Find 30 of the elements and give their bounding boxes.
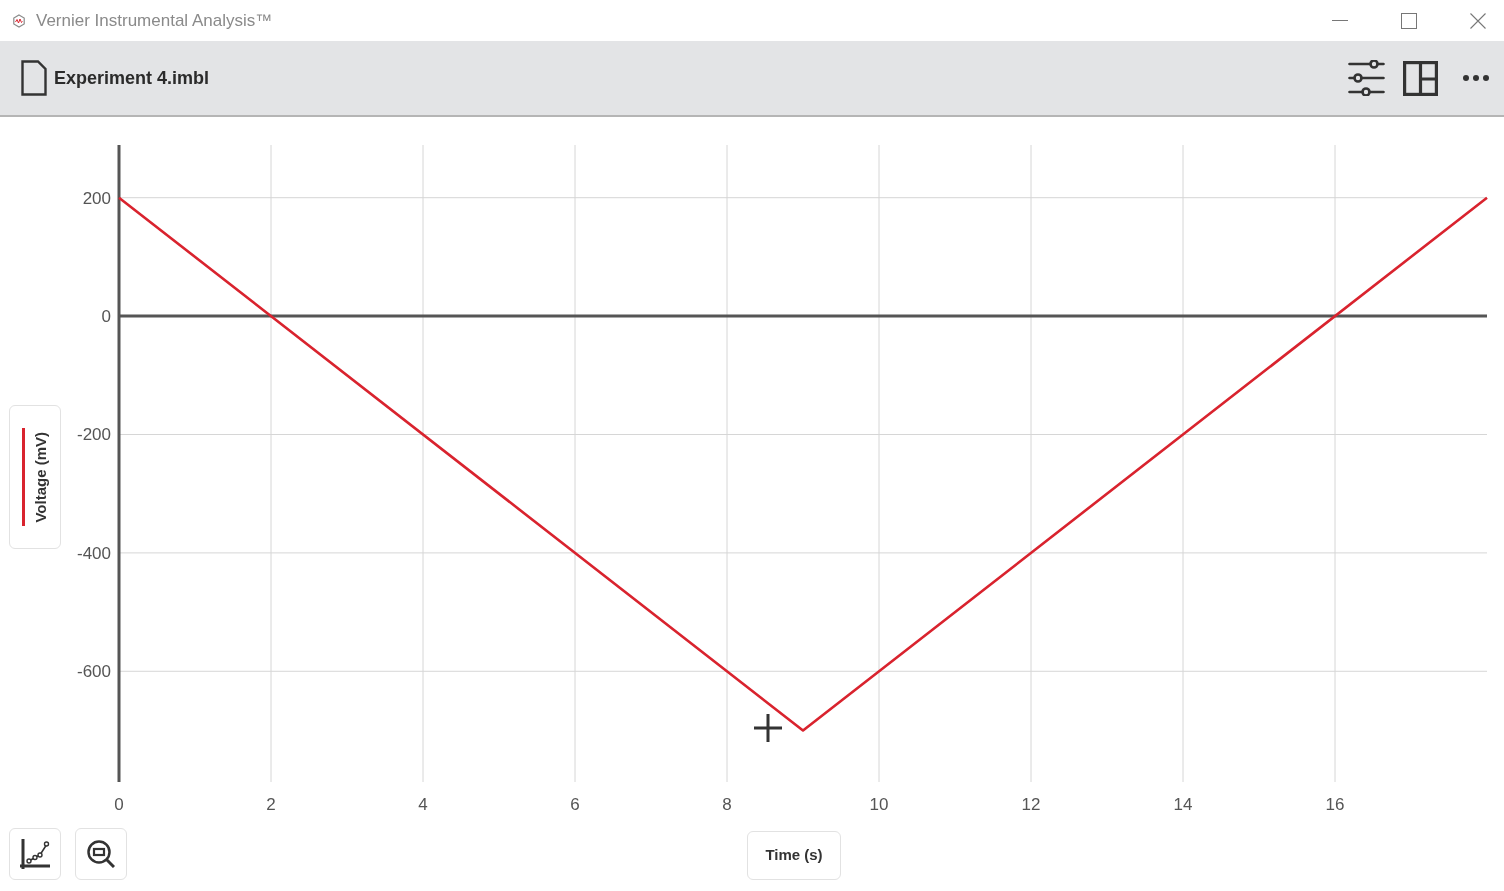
x-axis-tick-label: 10 — [869, 795, 889, 814]
more-options-icon[interactable] — [1463, 75, 1489, 81]
sliders-icon[interactable] — [1348, 60, 1385, 96]
crosshair-cursor-icon — [752, 712, 784, 744]
window-title: Vernier Instrumental Analysis™ — [36, 9, 273, 32]
x-axis-tick-label: 2 — [266, 795, 276, 814]
x-axis-tick-label: 14 — [1173, 795, 1193, 814]
y-axis-tick-label: -600 — [76, 662, 111, 682]
y-axis-tick-label: 200 — [82, 188, 111, 208]
zoom-button[interactable] — [75, 828, 127, 880]
maximize-icon[interactable] — [1401, 12, 1417, 29]
x-axis-tick-label: 12 — [1021, 795, 1041, 814]
document-title: Experiment 4.imbl — [54, 66, 210, 90]
line-graph-icon — [20, 839, 50, 869]
x-axis-tick-label: 0 — [114, 795, 124, 814]
y-axis-tick-label: 0 — [101, 307, 111, 327]
x-axis-tick-label: 4 — [418, 795, 428, 814]
app-logo-icon — [12, 13, 26, 28]
x-axis-tick-label: 16 — [1325, 795, 1345, 814]
zoom-icon — [87, 840, 115, 868]
graph-tools-button[interactable] — [9, 828, 61, 880]
x-axis-tick-label: 8 — [722, 795, 732, 814]
y-axis-tick-label: -200 — [76, 425, 111, 445]
x-axis-tick-label: 6 — [570, 795, 580, 814]
close-icon[interactable] — [1470, 12, 1486, 29]
document-icon — [21, 60, 47, 96]
layout-icon[interactable] — [1403, 60, 1438, 96]
y-axis-button[interactable]: Voltage (mV) — [9, 405, 61, 549]
x-axis-button[interactable]: Time (s) — [747, 831, 841, 880]
y-axis-tick-label: -400 — [76, 543, 111, 563]
